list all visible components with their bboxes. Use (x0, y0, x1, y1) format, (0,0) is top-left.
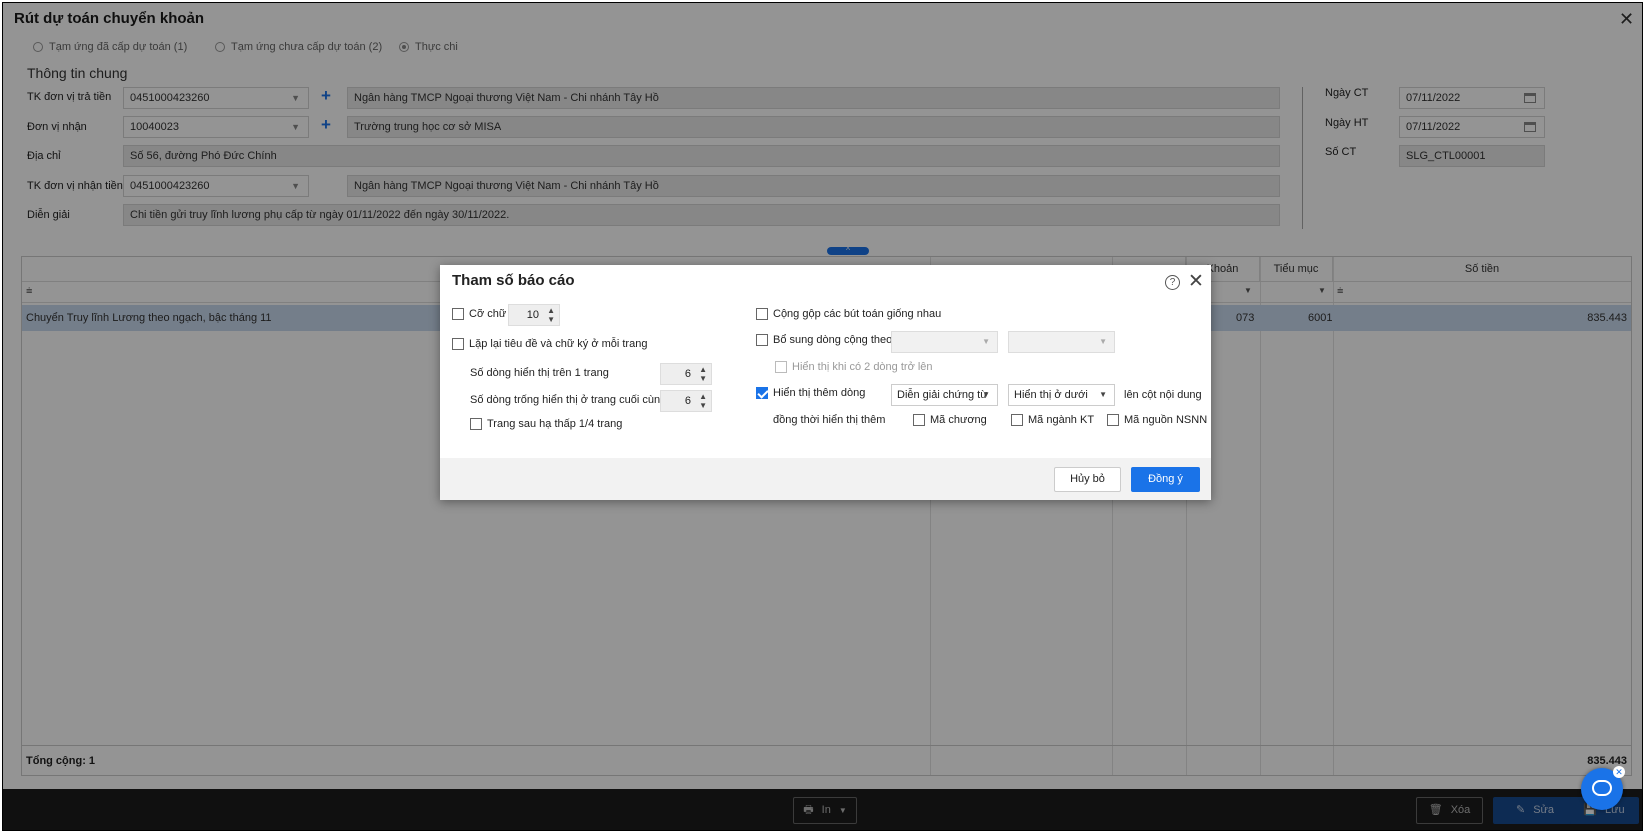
checkbox[interactable] (913, 414, 925, 426)
sum-by-select-1[interactable]: ▼ (891, 331, 998, 353)
chat-icon (1592, 780, 1612, 796)
extra-row-position-value: Hiển thị ở dưới (1014, 389, 1088, 401)
show-chapter-label: Mã chương (930, 414, 987, 426)
show-source-label: Mã nguồn NSNN (1124, 414, 1208, 426)
checkbox[interactable] (756, 308, 768, 320)
add-sum-row-checkbox[interactable]: Bổ sung dòng cộng theo (756, 334, 892, 346)
merge-entries-label: Cộng gộp các bút toán giống nhau (773, 308, 942, 320)
repeat-header-label: Lặp lại tiêu đề và chữ ký ở mỗi trang (469, 338, 648, 350)
chevron-down-icon: ▼ (982, 337, 990, 346)
blank-rows-value: 6 (684, 395, 691, 407)
merge-entries-checkbox[interactable]: Cộng gộp các bút toán giống nhau (756, 308, 941, 320)
show-sector-label: Mã ngành KT (1028, 414, 1095, 426)
chevron-down-icon: ▼ (982, 390, 990, 399)
show-source-checkbox[interactable]: Mã nguồn NSNN (1107, 414, 1207, 426)
checkbox[interactable] (470, 418, 482, 430)
blank-rows-label: Số dòng trống hiển thị ở trang cuối cùng (470, 394, 667, 406)
checkbox[interactable] (452, 308, 464, 320)
dialog-footer: Hủy bỏ Đồng ý (440, 458, 1211, 500)
checkbox[interactable] (756, 334, 768, 346)
stepper-arrows-icon[interactable]: ▲ ▼ (699, 392, 707, 410)
checkbox[interactable] (452, 338, 464, 350)
stepper-arrows-icon[interactable]: ▲ ▼ (547, 306, 555, 324)
show-extra-row-checkbox[interactable]: Hiển thị thêm dòng (756, 387, 865, 399)
chevron-down-icon: ▼ (1099, 337, 1107, 346)
extra-row-position-select[interactable]: Hiển thị ở dưới ▼ (1008, 384, 1115, 406)
checkbox[interactable] (1107, 414, 1119, 426)
lower-quarter-checkbox[interactable]: Trang sau hạ thấp 1/4 trang (470, 418, 622, 430)
show-sector-checkbox[interactable]: Mã ngành KT (1011, 414, 1094, 426)
close-icon[interactable]: ✕ (1613, 766, 1625, 778)
cancel-button[interactable]: Hủy bỏ (1054, 467, 1121, 492)
font-size-label: Cỡ chữ (469, 308, 507, 320)
show-extra-row-label: Hiển thị thêm dòng (773, 387, 866, 399)
sum-by-select-2[interactable]: ▼ (1008, 331, 1115, 353)
extra-row-source-select[interactable]: Diễn giải chứng từ ▼ (891, 384, 998, 406)
help-icon[interactable]: ? (1165, 275, 1180, 290)
extra-row-source-value: Diễn giải chứng từ (897, 389, 988, 401)
chat-button[interactable]: ✕ (1581, 766, 1625, 810)
repeat-header-checkbox[interactable]: Lặp lại tiêu đề và chữ ký ở mỗi trang (452, 338, 647, 350)
checkbox[interactable] (775, 361, 787, 373)
checkbox[interactable] (756, 387, 768, 399)
close-icon[interactable]: ✕ (1188, 270, 1204, 293)
rows-per-page-label: Số dòng hiển thị trên 1 trang (470, 367, 609, 379)
blank-rows-stepper[interactable]: 6 ▲ ▼ (660, 390, 712, 412)
stepper-arrows-icon[interactable]: ▲ ▼ (699, 365, 707, 383)
extra-row-suffix: lên cột nội dung (1124, 389, 1202, 401)
also-show-label: đồng thời hiển thị thêm (773, 414, 886, 426)
dialog-title: Tham số báo cáo (452, 272, 575, 289)
main-window: Rút dự toán chuyển khoản ✕ Tạm ứng đã cấ… (2, 2, 1643, 831)
chevron-down-icon: ▼ (1099, 390, 1107, 399)
show-if-two-checkbox[interactable]: Hiển thị khi có 2 dòng trở lên (775, 361, 933, 373)
lower-quarter-label: Trang sau hạ thấp 1/4 trang (487, 418, 623, 430)
font-size-value: 10 (526, 309, 539, 321)
rows-per-page-value: 6 (684, 368, 691, 380)
ok-button[interactable]: Đồng ý (1131, 467, 1200, 492)
checkbox[interactable] (1011, 414, 1023, 426)
add-sum-row-label: Bổ sung dòng cộng theo (773, 334, 893, 346)
show-if-two-label: Hiển thị khi có 2 dòng trở lên (792, 361, 933, 373)
font-size-checkbox[interactable]: Cỡ chữ (452, 308, 506, 320)
font-size-stepper[interactable]: 10 ▲ ▼ (508, 304, 560, 326)
rows-per-page-stepper[interactable]: 6 ▲ ▼ (660, 363, 712, 385)
show-chapter-checkbox[interactable]: Mã chương (913, 414, 987, 426)
report-params-dialog: Tham số báo cáo ? ✕ Cỡ chữ 10 ▲ ▼ Lặp lại… (440, 265, 1211, 500)
